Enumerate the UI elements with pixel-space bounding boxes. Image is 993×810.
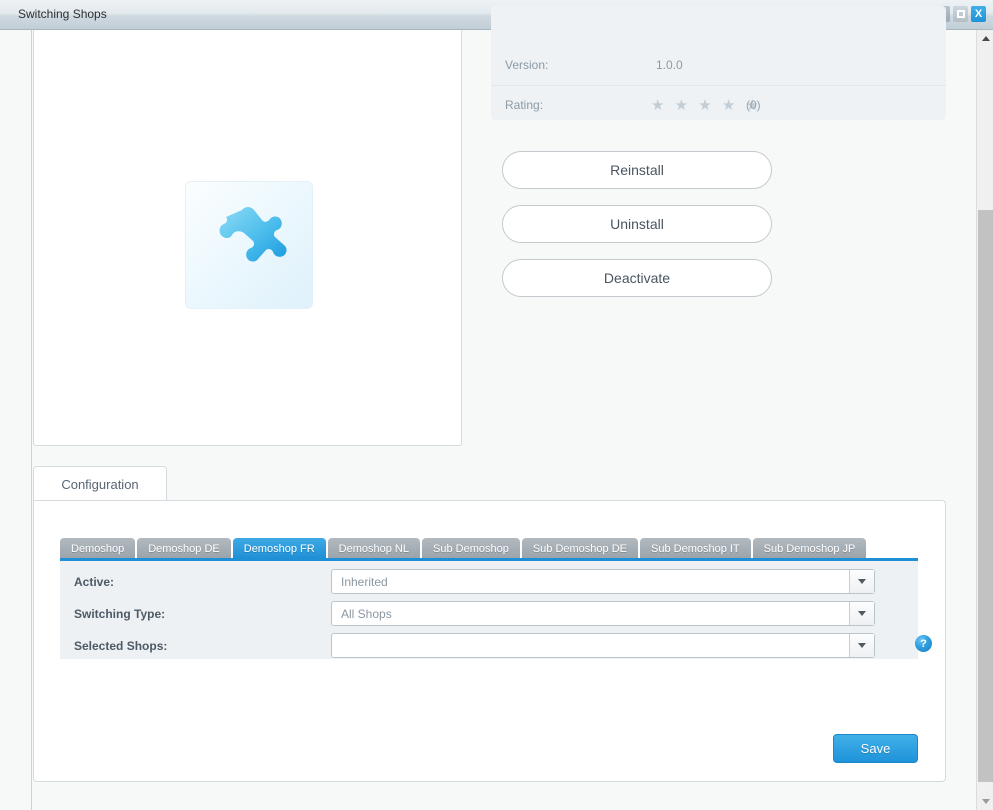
left-margin-strip (0, 30, 32, 810)
configuration-section: Configuration Demoshop Demoshop DE Demosho… (33, 466, 946, 782)
shop-tab-demoshop-de[interactable]: Demoshop DE (137, 538, 231, 559)
chevron-down-icon[interactable] (849, 570, 874, 593)
maximize-icon (956, 10, 965, 18)
chevron-down-icon[interactable] (849, 634, 874, 657)
switching-type-select[interactable]: All Shops (331, 601, 875, 626)
form-divider (60, 716, 918, 717)
selected-shops-label: Selected Shops: (74, 639, 168, 653)
vertical-scrollbar[interactable] (976, 30, 993, 810)
shop-tab-sub-demoshop[interactable]: Sub Demoshop (422, 538, 520, 559)
info-row-version: Version: 1.0.0 (491, 46, 946, 86)
tab-configuration[interactable]: Configuration (33, 466, 167, 501)
info-row-rating: Rating: ★ ★ ★ ★ ★ (0) (491, 86, 946, 126)
shop-tab-demoshop-nl[interactable]: Demoshop NL (327, 538, 420, 559)
active-select[interactable]: Inherited (331, 569, 875, 594)
shop-tabs: Demoshop Demoshop DE Demoshop FR Demoshop N… (60, 537, 918, 559)
field-row-selected-shops: Selected Shops: (60, 633, 918, 665)
shop-tab-demoshop-fr[interactable]: Demoshop FR (232, 538, 326, 559)
switching-type-label: Switching Type: (74, 607, 166, 621)
shop-tab-sub-demoshop-it[interactable]: Sub Demoshop IT (640, 538, 751, 559)
shop-tab-sub-demoshop-de[interactable]: Sub Demoshop DE (521, 538, 638, 559)
field-row-active: Active: Inherited (60, 569, 918, 601)
plugin-info-table: Version: 1.0.0 Rating: ★ ★ ★ ★ ★ (0) (491, 6, 946, 120)
version-value: 1.0.0 (656, 58, 683, 72)
uninstall-button[interactable]: Uninstall (502, 205, 772, 243)
page-canvas: Version: 1.0.0 Rating: ★ ★ ★ ★ ★ (0) Rei… (0, 6, 993, 810)
shop-tab-demoshop[interactable]: Demoshop (60, 538, 136, 559)
shop-config-form: Active: Inherited Switching Type: All Sh… (60, 558, 932, 659)
help-icon[interactable]: ? (915, 635, 932, 652)
window-title: Switching Shops (18, 7, 107, 21)
scroll-up-arrow-icon[interactable] (977, 30, 993, 47)
maximize-button[interactable] (953, 6, 968, 22)
chevron-down-icon[interactable] (849, 602, 874, 625)
deactivate-button[interactable]: Deactivate (502, 259, 772, 297)
save-button[interactable]: Save (833, 734, 918, 763)
active-select-value: Inherited (341, 575, 388, 589)
rating-label: Rating: (505, 98, 544, 112)
scrollbar-thumb[interactable] (978, 210, 993, 782)
plugin-icon-placeholder (185, 181, 313, 309)
rating-count: (0) (746, 98, 761, 112)
close-button[interactable]: X (971, 6, 986, 22)
plugin-image-panel (33, 30, 462, 446)
reinstall-button[interactable]: Reinstall (502, 151, 772, 189)
active-label: Active: (74, 575, 115, 589)
version-label: Version: (505, 58, 549, 72)
switching-type-select-value: All Shops (341, 607, 392, 621)
puzzle-piece-icon (219, 207, 287, 262)
scroll-down-arrow-icon[interactable] (977, 793, 993, 810)
shop-tab-sub-demoshop-jp[interactable]: Sub Demoshop JP (752, 538, 867, 559)
field-row-switching-type: Switching Type: All Shops (60, 601, 918, 633)
selected-shops-select[interactable] (331, 633, 875, 658)
